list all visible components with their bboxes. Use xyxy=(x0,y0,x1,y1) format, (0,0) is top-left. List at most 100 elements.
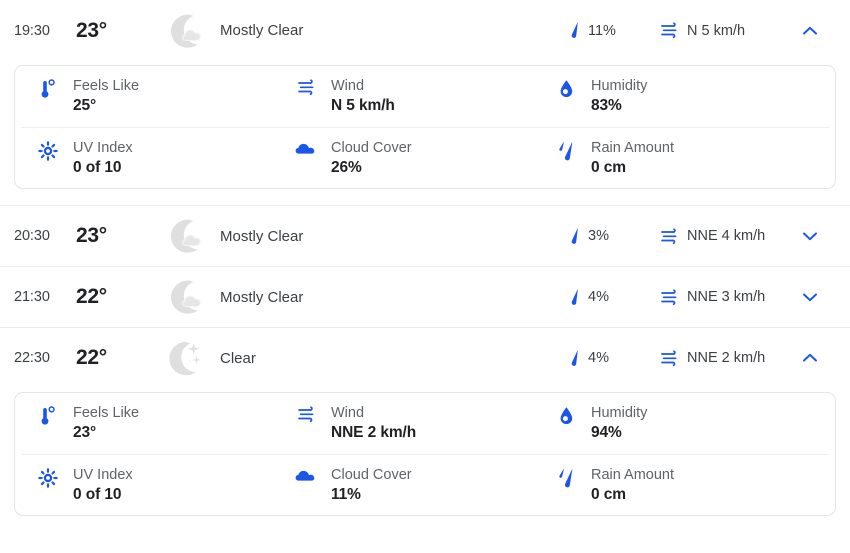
hour-detail-card: Feels Like 23° Wind NNE 2 km/h Humidity 94% xyxy=(14,392,836,516)
precipitation-value: 4% xyxy=(588,289,609,305)
precipitation-value: 4% xyxy=(588,350,609,366)
cloud-icon xyxy=(295,470,315,481)
rain-streaks-icon xyxy=(558,469,572,488)
feels-like-text: Feels Like 25° xyxy=(73,77,139,115)
cloud-icon xyxy=(295,143,315,154)
rain-amount-label: Rain Amount xyxy=(591,467,675,483)
hour-summary-row[interactable]: 20:30 23° Mostly Clear 3% NNE 4 km/h xyxy=(0,205,850,266)
humidity-item: Humidity 83% xyxy=(555,66,829,115)
wind-icon xyxy=(661,22,677,39)
wind-value: NNE 3 km/h xyxy=(687,289,766,305)
precipitation-group: 4% xyxy=(568,288,660,307)
wind-detail-item: Wind N 5 km/h xyxy=(295,66,555,115)
hour-temperature: 22° xyxy=(76,285,107,308)
rain-drop-icon xyxy=(568,349,581,368)
wind-detail-label: Wind xyxy=(331,405,365,421)
sun-burst-icon xyxy=(38,141,58,161)
moon-cloud-icon xyxy=(154,8,212,54)
wind-icon xyxy=(295,404,317,423)
sun-burst-icon xyxy=(37,466,59,488)
precipitation-group: 11% xyxy=(568,21,660,40)
rain-drop-icon xyxy=(568,227,581,246)
wind-detail-item: Wind NNE 2 km/h xyxy=(295,393,555,442)
wind-detail-value: NNE 2 km/h xyxy=(331,423,417,441)
uv-index-value: 0 of 10 xyxy=(73,485,122,503)
precipitation-group: 3% xyxy=(568,227,660,246)
uv-index-text: UV Index 0 of 10 xyxy=(73,466,133,504)
humidity-item: Humidity 94% xyxy=(555,393,829,442)
precipitation-value: 11% xyxy=(588,22,616,39)
rain-drop-icon xyxy=(568,21,581,40)
hour-temperature: 22° xyxy=(76,346,107,369)
wind-icon xyxy=(660,288,679,306)
detail-row-primary: Feels Like 25° Wind N 5 km/h Humidity 83% xyxy=(21,66,829,127)
rain-streaks-icon xyxy=(555,466,577,489)
moon-cloud-icon xyxy=(154,274,212,320)
feels-like-value: 23° xyxy=(73,423,97,441)
wind-value: N 5 km/h xyxy=(687,22,746,39)
rain-amount-value: 0 cm xyxy=(591,485,626,503)
hour-time: 19:30 xyxy=(14,22,50,39)
hour-condition-text: Mostly Clear xyxy=(220,227,304,245)
rain-drop-icon xyxy=(571,227,578,244)
expand-toggle-button[interactable] xyxy=(786,20,834,42)
hour-condition-text: Mostly Clear xyxy=(220,288,304,306)
water-drop-icon xyxy=(555,404,577,425)
rain-drop-icon xyxy=(568,288,581,307)
wind-value: NNE 2 km/h xyxy=(687,350,766,366)
hour-summary-row[interactable]: 22:30 22° Clear 4% NNE 2 km/h xyxy=(0,327,850,388)
hour-time: 20:30 xyxy=(14,228,50,244)
rain-amount-item: Rain Amount 0 cm xyxy=(555,455,829,504)
hour-detail-card: Feels Like 25° Wind N 5 km/h Humidity 83% xyxy=(14,65,836,189)
cloud-cover-text: Cloud Cover 26% xyxy=(331,139,412,177)
thermometer-icon xyxy=(37,77,59,99)
humidity-value: 94% xyxy=(591,423,622,441)
hour-condition-text: Mostly Clear xyxy=(220,22,304,39)
rain-streaks-icon xyxy=(555,139,577,162)
water-drop-icon xyxy=(560,407,572,424)
moon-cloud-icon xyxy=(154,213,212,259)
uv-index-value: 0 of 10 xyxy=(73,158,122,176)
hour-block: 19:30 23° Mostly Clear 11% N 5 km/h Feel… xyxy=(0,0,850,189)
wind-detail-label: Wind xyxy=(331,78,365,94)
cloud-cover-label: Cloud Cover xyxy=(331,140,412,156)
moon-cloud-icon xyxy=(171,219,201,253)
expand-toggle-button[interactable] xyxy=(786,286,834,308)
humidity-label: Humidity xyxy=(591,405,648,421)
uv-index-text: UV Index 0 of 10 xyxy=(73,139,133,177)
hour-temperature: 23° xyxy=(76,18,107,42)
hour-temperature: 23° xyxy=(76,224,107,247)
cloud-icon xyxy=(295,466,317,483)
cloud-cover-value: 11% xyxy=(331,485,361,503)
feels-like-label: Feels Like xyxy=(73,78,140,94)
expand-toggle-button[interactable] xyxy=(786,347,834,369)
water-drop-icon xyxy=(560,80,572,97)
uv-index-label: UV Index xyxy=(73,467,133,483)
moon-cloud-icon xyxy=(171,280,201,314)
wind-group: NNE 2 km/h xyxy=(660,349,786,367)
rain-drop-icon xyxy=(571,349,578,366)
wind-detail-value: N 5 km/h xyxy=(331,96,395,114)
feels-like-item: Feels Like 25° xyxy=(21,66,295,115)
wind-icon xyxy=(295,77,317,96)
hour-summary-row[interactable]: 21:30 22° Mostly Clear 4% NNE 3 km/h xyxy=(0,266,850,327)
hourly-forecast-panel: 19:30 23° Mostly Clear 11% N 5 km/h Feel… xyxy=(0,0,850,553)
hour-summary-row[interactable]: 19:30 23° Mostly Clear 11% N 5 km/h xyxy=(0,0,850,61)
hour-time: 21:30 xyxy=(14,289,50,305)
thermometer-icon xyxy=(41,79,55,98)
cloud-cover-text: Cloud Cover 11% xyxy=(331,466,412,504)
cloud-cover-label: Cloud Cover xyxy=(331,467,412,483)
wind-group: NNE 4 km/h xyxy=(660,227,786,245)
hour-block: 21:30 22° Mostly Clear 4% NNE 3 km/h xyxy=(0,266,850,327)
expand-toggle-button[interactable] xyxy=(786,225,834,247)
uv-index-item: UV Index 0 of 10 xyxy=(21,128,295,177)
uv-index-item: UV Index 0 of 10 xyxy=(21,455,295,504)
wind-detail-text: Wind N 5 km/h xyxy=(331,77,395,115)
wind-icon xyxy=(297,79,313,96)
rain-amount-text: Rain Amount 0 cm xyxy=(591,139,674,177)
feels-like-label: Feels Like xyxy=(73,405,140,421)
hour-time: 22:30 xyxy=(14,350,50,366)
cloud-cover-item: Cloud Cover 11% xyxy=(295,455,555,504)
moon-cloud-icon xyxy=(171,14,201,48)
feels-like-text: Feels Like 23° xyxy=(73,404,139,442)
